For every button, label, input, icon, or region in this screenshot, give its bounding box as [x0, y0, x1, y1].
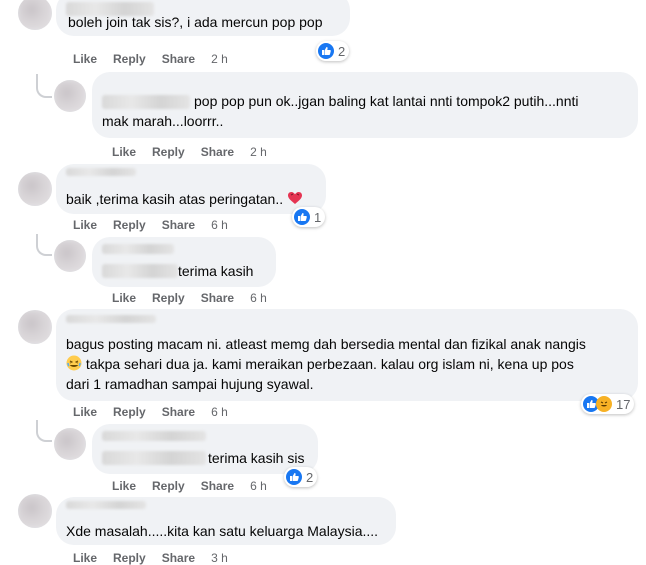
comment-actions: Like Reply Share 6 h: [73, 405, 244, 419]
reaction-summary[interactable]: 1: [292, 207, 326, 227]
crying-laughing-emoji-icon: [66, 355, 82, 376]
like-link[interactable]: Like: [73, 405, 97, 419]
avatar[interactable]: [18, 494, 52, 528]
avatar[interactable]: [18, 0, 52, 30]
share-link[interactable]: Share: [201, 479, 234, 493]
share-link[interactable]: Share: [162, 52, 195, 66]
like-link[interactable]: Like: [112, 291, 136, 305]
timestamp[interactable]: 2 h: [250, 145, 267, 159]
commenter-name[interactable]: [102, 244, 174, 254]
comment-text: terima kasih sis: [208, 450, 305, 466]
avatar[interactable]: [18, 172, 52, 206]
reaction-summary[interactable]: 2: [284, 467, 318, 487]
avatar[interactable]: [54, 80, 86, 112]
comment-text: boleh join tak sis?, i ada mercun pop po…: [68, 14, 323, 30]
commenter-name[interactable]: [66, 501, 146, 509]
reply-link[interactable]: Reply: [113, 52, 146, 66]
share-link[interactable]: Share: [201, 291, 234, 305]
comment-text: mak marah...loorrr..: [102, 113, 224, 129]
commenter-name-tag[interactable]: [102, 451, 206, 465]
timestamp[interactable]: 2 h: [211, 52, 228, 66]
commenter-name[interactable]: [102, 431, 206, 441]
avatar[interactable]: [54, 240, 86, 272]
commenter-name[interactable]: [66, 315, 156, 323]
commenter-name[interactable]: [102, 95, 190, 109]
reply-thread-line: [36, 234, 52, 256]
reply-thread-line: [36, 420, 52, 442]
comment-actions: Like Reply Share 6 h: [112, 291, 283, 305]
like-reaction-icon: [318, 43, 334, 59]
timestamp[interactable]: 6 h: [250, 479, 267, 493]
comment-text: dari 1 ramadhan sampai hujung syawal.: [66, 376, 314, 392]
reaction-count: 17: [616, 396, 631, 412]
reaction-count: 2: [338, 43, 346, 59]
comment-actions: Like Reply Share 2 h: [112, 145, 283, 159]
avatar[interactable]: [18, 310, 52, 344]
like-reaction-icon: [286, 469, 302, 485]
reply-link[interactable]: Reply: [152, 291, 185, 305]
timestamp[interactable]: 6 h: [211, 218, 228, 232]
comment-actions: Like Reply Share 2 h: [73, 52, 244, 66]
commenter-name-tag[interactable]: [102, 264, 178, 278]
comment-text: baik ,terima kasih atas peringatan..: [66, 189, 303, 210]
avatar[interactable]: [54, 428, 86, 460]
comment-actions: Like Reply Share 6 h: [112, 479, 283, 493]
reply-link[interactable]: Reply: [152, 479, 185, 493]
haha-reaction-icon: [596, 396, 612, 412]
reply-link[interactable]: Reply: [113, 218, 146, 232]
commenter-name[interactable]: [66, 168, 136, 176]
like-reaction-icon: [294, 209, 310, 225]
share-link[interactable]: Share: [162, 218, 195, 232]
reaction-summary[interactable]: 2: [316, 41, 350, 61]
reaction-summary[interactable]: 17: [581, 394, 635, 414]
like-link[interactable]: Like: [112, 145, 136, 159]
comment-actions: Like Reply Share 6 h: [73, 218, 244, 232]
comment-text: takpa sehari dua ja. kami meraikan perbe…: [66, 354, 574, 376]
share-link[interactable]: Share: [162, 405, 195, 419]
reaction-count: 2: [306, 469, 314, 485]
comment-text: bagus posting macam ni. atleast memg dah…: [66, 336, 586, 352]
comment-text: pop pop pun ok..jgan baling kat lantai n…: [194, 93, 579, 109]
like-link[interactable]: Like: [112, 479, 136, 493]
comment-text: Xde masalah.....kita kan satu keluarga M…: [66, 523, 379, 539]
reply-link[interactable]: Reply: [152, 145, 185, 159]
timestamp[interactable]: 6 h: [250, 291, 267, 305]
share-link[interactable]: Share: [201, 145, 234, 159]
like-link[interactable]: Like: [73, 52, 97, 66]
reply-link[interactable]: Reply: [113, 405, 146, 419]
comment-text: terima kasih: [178, 263, 254, 279]
like-link[interactable]: Like: [73, 218, 97, 232]
reaction-count: 1: [314, 209, 322, 225]
reply-thread-line: [36, 74, 52, 98]
timestamp[interactable]: 6 h: [211, 405, 228, 419]
